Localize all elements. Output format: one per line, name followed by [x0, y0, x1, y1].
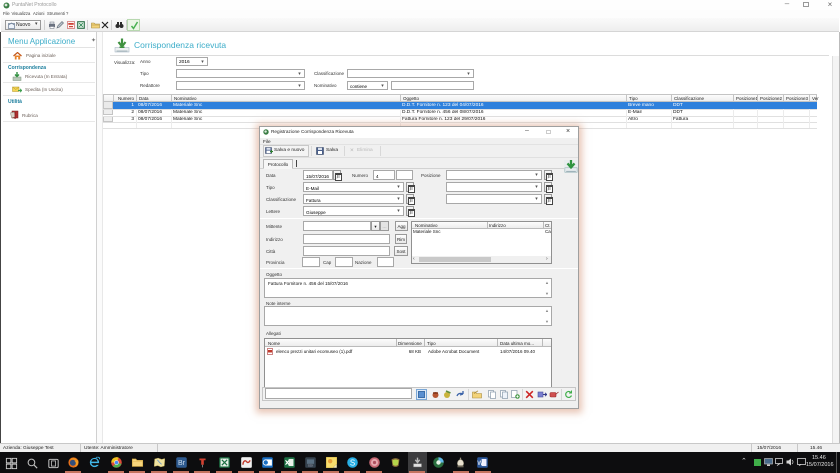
- svg-text:SDI: SDI: [308, 463, 313, 467]
- svg-text:S: S: [350, 458, 355, 467]
- svg-text:Br: Br: [178, 460, 186, 467]
- svg-text:W: W: [477, 460, 483, 467]
